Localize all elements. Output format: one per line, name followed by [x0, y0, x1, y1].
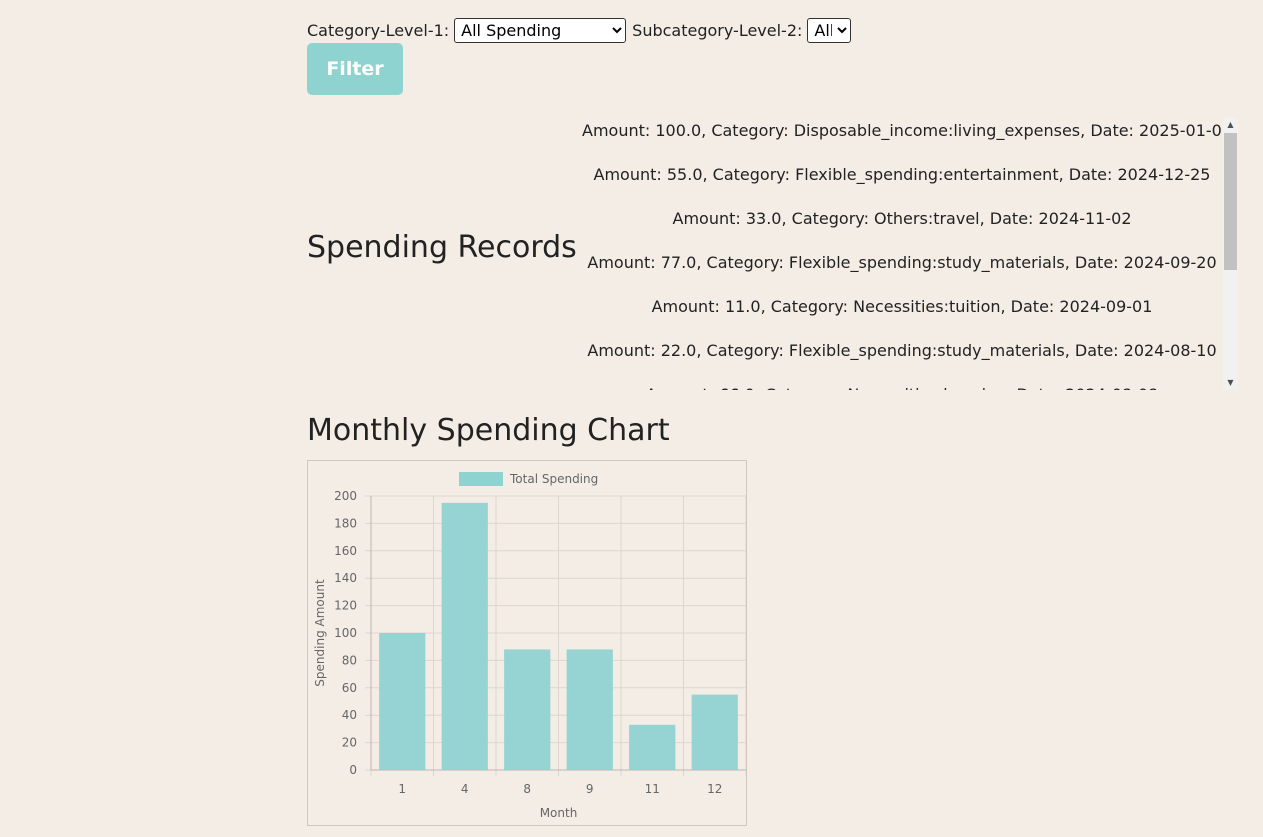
bar-month-8	[504, 649, 551, 770]
scroll-down-arrow-icon[interactable]: ▼	[1223, 376, 1238, 390]
bar-month-9	[566, 649, 613, 770]
x-tick-label: 9	[586, 782, 594, 796]
filter-bar: Category-Level-1: All Spending Subcatego…	[307, 18, 857, 43]
x-tick-label: 1	[398, 782, 406, 796]
x-tick-label: 4	[461, 782, 469, 796]
record-item: Amount: 55.0, Category: Flexible_spendin…	[593, 165, 1211, 184]
category-level-1-select[interactable]: All Spending	[454, 18, 627, 43]
y-tick-label: 100	[334, 626, 357, 640]
legend-label: Total Spending	[509, 472, 598, 486]
y-tick-label: 0	[349, 763, 357, 777]
spending-records-title: Spending Records	[307, 230, 577, 265]
y-tick-label: 180	[334, 516, 357, 530]
records-list-content: Amount: 100.0, Category: Disposable_inco…	[582, 118, 1233, 390]
bar-month-12	[691, 694, 738, 770]
y-tick-label: 80	[342, 653, 357, 667]
x-axis-title: Month	[540, 806, 578, 820]
record-item: Amount: 66.0, Category: Necessities:hous…	[582, 382, 1222, 390]
y-tick-label: 120	[334, 599, 357, 613]
y-tick-label: 20	[342, 736, 357, 750]
monthly-spending-chart: 0 20 40 60 80 100 120 140 160 180 200 1 4 8 9 11 12 Month…	[307, 460, 747, 826]
record-item: Amount: 33.0, Category: Others:travel, D…	[672, 209, 1132, 228]
bar-month-4	[441, 502, 488, 770]
y-tick-label: 140	[334, 571, 357, 585]
scroll-up-arrow-icon[interactable]: ▲	[1223, 118, 1238, 132]
filter-button[interactable]: Filter	[307, 43, 403, 95]
category-level-1-label: Category-Level-1:	[307, 21, 450, 40]
y-tick-label: 60	[342, 681, 357, 695]
record-item: Amount: 100.0, Category: Disposable_inco…	[582, 121, 1233, 140]
scrollbar-thumb[interactable]	[1224, 133, 1237, 270]
chart-svg: 0 20 40 60 80 100 120 140 160 180 200 1 4 8 9 11 12 Month…	[313, 472, 746, 820]
record-item: Amount: 11.0, Category: Necessities:tuit…	[651, 297, 1153, 316]
record-item: Amount: 22.0, Category: Flexible_spendin…	[587, 341, 1217, 360]
y-tick-label: 40	[342, 708, 357, 722]
x-tick-label: 11	[645, 782, 660, 796]
records-scrollbar[interactable]: ▲ ▼	[1223, 118, 1238, 390]
subcategory-level-2-select[interactable]: All	[807, 18, 852, 43]
x-tick-label: 12	[707, 782, 722, 796]
x-tick-label: 8	[523, 782, 531, 796]
y-axis-title: Spending Amount	[313, 579, 327, 687]
subcategory-level-2-label: Subcategory-Level-2:	[632, 21, 803, 40]
legend-swatch	[459, 472, 503, 486]
y-tick-label: 200	[334, 489, 357, 503]
bar-month-11	[629, 724, 676, 770]
spending-records-list[interactable]: Amount: 100.0, Category: Disposable_inco…	[582, 118, 1238, 390]
y-tick-label: 160	[334, 544, 357, 558]
monthly-spending-chart-title: Monthly Spending Chart	[307, 413, 670, 448]
bar-month-1	[379, 633, 426, 770]
record-item: Amount: 77.0, Category: Flexible_spendin…	[587, 253, 1217, 272]
